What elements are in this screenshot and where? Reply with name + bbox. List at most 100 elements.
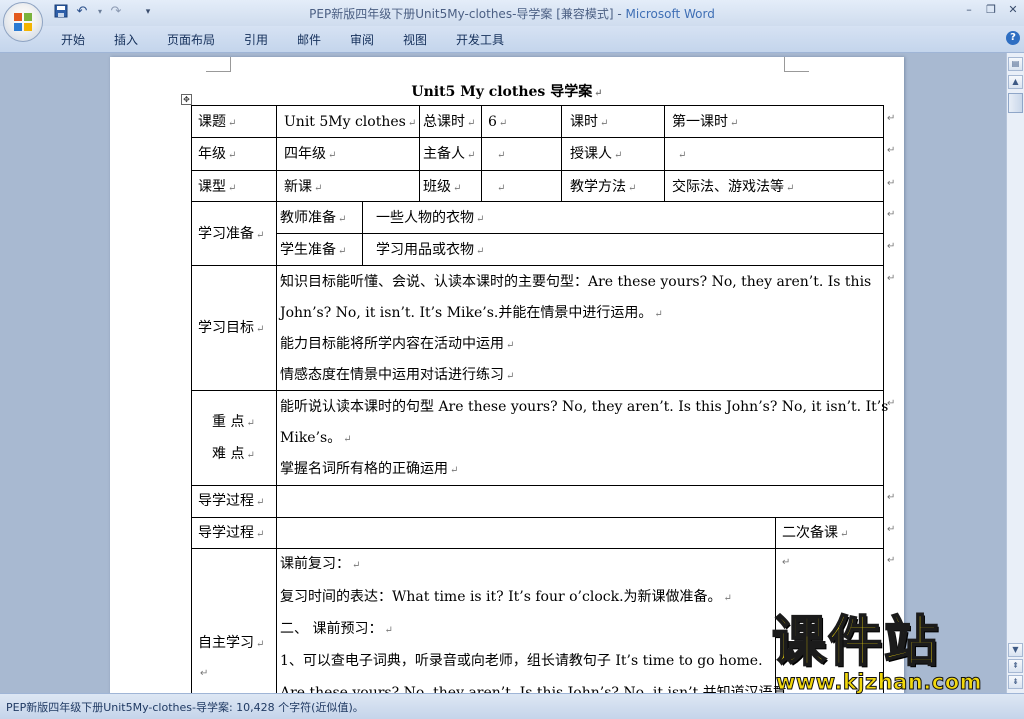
cell-text: 二次备课 [782,525,838,541]
cell-text: 教师准备 [280,210,336,226]
tab-home[interactable]: 开始 [61,31,85,48]
title-bar: PEP新版四年级下册Unit5My-clothes-导学案 [兼容模式] - M… [0,0,1024,26]
ribbon-tab-bar: 开始 插入 页面布局 引用 邮件 审阅 视图 开发工具 ? [0,26,1024,53]
tab-view[interactable]: 视图 [403,31,427,48]
cell-value-period: 第一课时 ↵ [672,114,739,130]
watermark-url: www.kjzhan.com [775,670,983,695]
process-header-left: 导学过程 ↵ [198,525,265,541]
cell-text: 课型 [198,179,226,195]
table-border [191,105,884,106]
cell-label-lesson-type: 课型 ↵ [198,179,237,195]
table-border [664,105,665,201]
tab-mailings[interactable]: 邮件 [297,31,321,48]
cell-label-student-prep: 学生准备 ↵ [280,242,347,258]
cell-label-period: 课时 ↵ [570,114,609,130]
cell-label-prep: 学习准备 ↵ [198,226,265,242]
crop-mark-left [206,57,231,72]
row-end-mark: ↵ [887,398,896,409]
tab-developer[interactable]: 开发工具 [456,31,504,48]
cell-label-teaching-method: 教学方法 ↵ [570,179,637,195]
previous-page-icon[interactable]: ⇞ [1008,659,1023,673]
row-end-mark: ↵ [887,209,896,220]
cell-text: 导学过程 [198,493,254,509]
watermark-title: 课件站 [771,610,940,673]
customize-toolbar-icon[interactable]: ▾ [140,4,156,20]
table-border [362,201,363,265]
ruler-toggle-icon[interactable]: ▤ [1008,57,1023,71]
close-icon[interactable]: ✕ [1004,2,1022,18]
status-text: PEP新版四年级下册Unit5My-clothes-导学案: 10,428 个字… [6,701,364,714]
document-page[interactable]: Unit5 My clothes 导学案 ↵ ✥ 课题 ↵ Unit 5My clo… [110,57,904,693]
table-border [191,548,884,549]
cell-text: 6 [488,114,497,130]
document-title-text: PEP新版四年级下册Unit5My-clothes-导学案 [兼容模式] - [309,7,626,21]
cell-text: 授课人 [570,146,612,162]
cell-value-total-periods: 6 ↵ [488,114,508,130]
doc-title-text: Unit5 My clothes 导学案 [411,84,593,100]
row-end-mark: ↵ [887,273,896,284]
goal-line: 情感态度在情景中运用对话进行练习 ↵ [280,367,515,383]
scroll-down-icon[interactable]: ▼ [1008,643,1023,657]
table-border [191,265,884,266]
cell-value-teacher: ↵ [678,150,687,161]
table-border [276,201,277,565]
table-border [561,105,562,201]
cell-text: Mike’s。 [280,430,342,446]
vertical-scrollbar[interactable]: ▤ ▲ ▼ ⇞ ⇟ [1006,53,1024,693]
table-border [481,105,482,201]
next-page-icon[interactable]: ⇟ [1008,675,1023,689]
save-icon[interactable] [53,4,69,20]
undo-dropdown-icon[interactable]: ▾ [92,4,108,20]
cell-text: John’s? No, it isn’t. It’s Mike’s.并能在情景中… [280,305,653,321]
help-icon[interactable]: ? [1006,31,1020,45]
cell-text: 自主学习 [198,635,254,651]
cell-text: 四年级 [284,146,326,162]
table-border [191,201,884,202]
row-end-mark: ↵ [887,113,896,124]
self-study-line: 复习时间的表达：What time is it? It’s four o’clo… [280,589,732,605]
doc-title: Unit5 My clothes 导学案 ↵ [411,84,603,100]
tab-review[interactable]: 审阅 [350,31,374,48]
row-end-mark: ↵ [887,178,896,189]
table-move-handle-icon[interactable]: ✥ [181,94,192,105]
row-end-mark: ↵ [887,555,896,566]
office-button[interactable] [3,2,43,42]
process-heading: 导学过程 ↵ [198,493,265,509]
cell-label-difficult-points: 难 点 ↵ [212,446,255,462]
cell-text: 导学过程 [198,525,254,541]
tab-references[interactable]: 引用 [244,31,268,48]
cell-text: 能力目标能将所学内容在活动中运用 [280,336,504,352]
undo-icon[interactable]: ↶ [74,4,90,20]
cell-label-teacher-prep: 教师准备 ↵ [280,210,347,226]
restore-icon[interactable]: ❐ [982,2,1000,18]
cell-value-teaching-method: 交际法、游戏法等 ↵ [672,179,795,195]
cell-text: 复习时间的表达：What time is it? It’s four o’clo… [280,589,722,605]
cell-text: 学习准备 [198,226,254,242]
goal-line: 知识目标能听懂、会说、认读本课时的主要句型：Are these yours? N… [280,273,871,291]
paragraph-mark: ↵ [200,668,209,679]
scroll-up-icon[interactable]: ▲ [1008,75,1023,89]
tab-page-layout[interactable]: 页面布局 [167,31,215,48]
cell-text: 学生准备 [280,242,336,258]
table-border [276,105,277,201]
row-end-mark: ↵ [887,145,896,156]
cell-text: 交际法、游戏法等 [672,179,784,195]
minimize-icon[interactable]: – [960,2,978,18]
cell-label-self-study: 自主学习 ↵ [198,635,265,651]
document-area: Unit5 My clothes 导学案 ↵ ✥ 课题 ↵ Unit 5My clo… [0,53,1006,693]
cell-value-teacher-prep: 一些人物的衣物 ↵ [376,210,485,226]
cell-label-lead-preparer: 主备人 ↵ [423,146,476,162]
cell-label-total-periods: 总课时 ↵ [423,114,476,130]
key-point-line: Mike’s。 ↵ [280,430,352,446]
tab-insert[interactable]: 插入 [114,31,138,48]
table-border [191,517,884,518]
row-end-mark: ↵ [887,524,896,535]
scroll-thumb[interactable] [1008,93,1023,113]
cell-text: 新课 [284,179,312,195]
cell-value-lead-preparer: ↵ [497,150,506,161]
cell-text: 课前复习： [280,556,350,572]
table-border [191,137,884,138]
cell-value-student-prep: 学习用品或衣物 ↵ [376,242,485,258]
redo-icon[interactable]: ↷ [108,4,124,20]
key-point-line: 掌握名词所有格的正确运用 ↵ [280,461,459,477]
